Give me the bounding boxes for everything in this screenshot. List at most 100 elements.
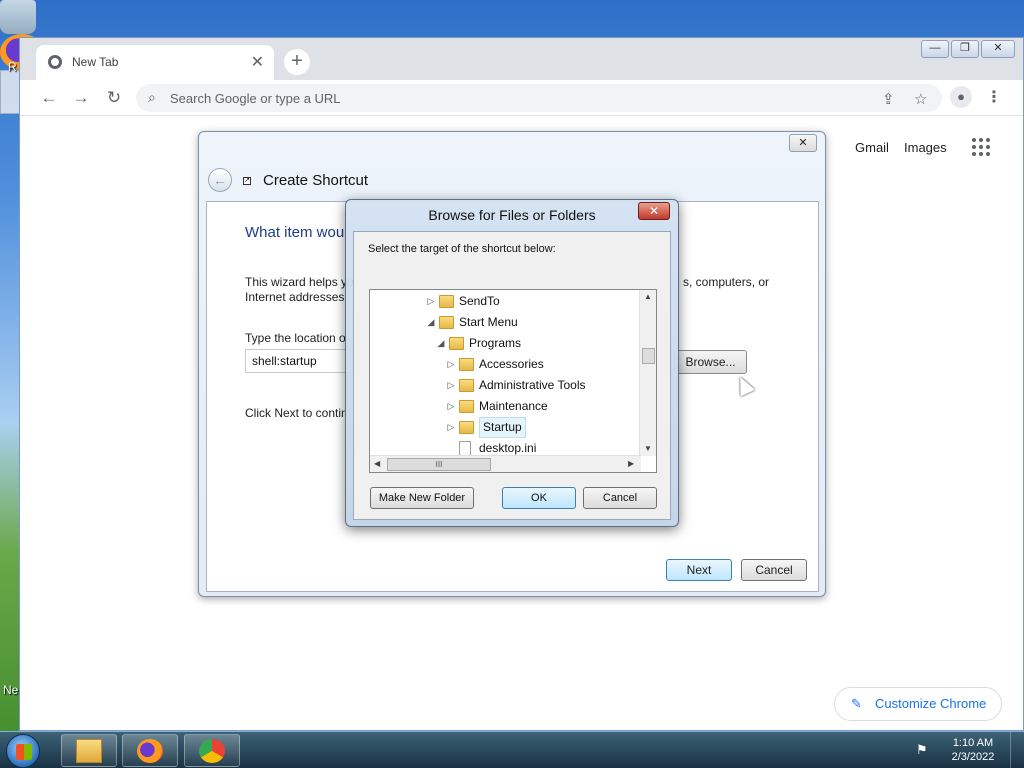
search-icon: ⌕: [148, 89, 156, 105]
file-icon: [459, 441, 471, 456]
collapse-arrow-icon[interactable]: ◢: [426, 312, 436, 333]
folder-tree[interactable]: ▷ SendTo ◢ Start Menu ◢ Programs ▷ Accessories ▷…: [369, 289, 657, 473]
tree-item-label: Startup: [479, 417, 526, 438]
network-icon[interactable]: ⚑: [916, 742, 928, 758]
gmail-link[interactable]: Gmail: [855, 140, 889, 155]
clock-time: 1:10 AM: [952, 737, 994, 749]
show-desktop-button[interactable]: [1010, 732, 1024, 768]
browse-cancel-button[interactable]: Cancel: [583, 487, 657, 509]
expand-arrow-icon[interactable]: ▷: [446, 354, 456, 375]
reload-button[interactable]: ↻: [103, 87, 125, 109]
customize-chrome-label: Customize Chrome: [875, 696, 987, 711]
browser-toolbar: ← → ↻ ⌕ Search Google or type a URL ⇪ ☆ …: [20, 80, 1023, 116]
tree-horizontal-scrollbar[interactable]: ◀ III ▶: [370, 455, 641, 472]
tree-item-label: Administrative Tools: [479, 378, 586, 392]
folder-icon: [459, 400, 474, 413]
wizard-back-button[interactable]: ←: [208, 168, 232, 192]
tab-new-tab[interactable]: New Tab ✕: [36, 45, 274, 80]
make-new-folder-button[interactable]: Make New Folder: [370, 487, 474, 509]
scroll-down-icon[interactable]: ▼: [644, 444, 652, 453]
tree-vertical-scrollbar[interactable]: ▲ ▼: [639, 290, 656, 456]
folder-icon: [439, 295, 454, 308]
firefox-icon: [137, 739, 163, 763]
wizard-intro-text-2: Internet addresses.: [245, 290, 348, 304]
browse-dialog-body: Select the target of the shortcut below:…: [353, 231, 671, 520]
customize-chrome-button[interactable]: ✎ Customize Chrome: [834, 687, 1002, 721]
minimize-button[interactable]: —: [921, 40, 949, 58]
start-button[interactable]: [6, 734, 40, 768]
shortcut-icon: ↗: [243, 177, 251, 185]
folder-icon: [439, 316, 454, 329]
expand-arrow-icon[interactable]: ▷: [446, 375, 456, 396]
chrome-favicon-icon: [48, 55, 62, 69]
desktop-label-partial: R: [8, 60, 17, 74]
tree-vertical-scroll-thumb[interactable]: [642, 348, 655, 364]
tree-item-administrative-tools[interactable]: ▷ Administrative Tools: [370, 375, 640, 396]
wizard-heading: What item wou: [245, 224, 345, 241]
folder-icon: [449, 337, 464, 350]
system-clock[interactable]: 1:10 AM 2/3/2022: [946, 736, 1000, 764]
tree-item-sendto[interactable]: ▷ SendTo: [370, 291, 640, 312]
back-button[interactable]: ←: [38, 87, 60, 109]
chrome-icon: [199, 739, 225, 763]
expand-arrow-icon[interactable]: ▷: [426, 291, 436, 312]
taskbar-chrome[interactable]: [184, 734, 240, 767]
tab-close-icon[interactable]: ✕: [251, 52, 264, 72]
tree-item-startup[interactable]: ▷ Startup: [370, 417, 640, 438]
star-icon[interactable]: ☆: [914, 90, 927, 108]
tree-item-label: SendTo: [459, 294, 500, 308]
scroll-right-icon[interactable]: ▶: [628, 459, 634, 468]
clock-date: 2/3/2022: [951, 751, 995, 763]
browse-dialog-title: Browse for Files or Folders: [428, 207, 596, 223]
new-tab-button[interactable]: +: [284, 49, 310, 75]
share-icon[interactable]: ⇪: [882, 90, 895, 108]
location-label: Type the location o: [245, 331, 346, 345]
close-window-button[interactable]: ✕: [981, 40, 1015, 58]
windows-logo-icon: [16, 744, 32, 760]
expand-arrow-icon[interactable]: ▷: [446, 396, 456, 417]
next-button[interactable]: Next: [666, 559, 732, 581]
apps-icon[interactable]: [972, 138, 990, 156]
restore-button[interactable]: ❐: [951, 40, 979, 58]
scroll-up-icon[interactable]: ▲: [644, 292, 652, 301]
folder-icon: [459, 421, 474, 434]
browse-prompt: Select the target of the shortcut below:: [368, 243, 556, 255]
cancel-button[interactable]: Cancel: [741, 559, 807, 581]
tree-item-accessories[interactable]: ▷ Accessories: [370, 354, 640, 375]
folder-icon: [459, 379, 474, 392]
wizard-close-button[interactable]: ✕: [789, 134, 817, 152]
next-hint-text: Click Next to contin: [245, 406, 348, 420]
pencil-icon: ✎: [851, 696, 862, 711]
scroll-left-icon[interactable]: ◀: [374, 459, 380, 468]
menu-icon[interactable]: ⋮: [986, 87, 1002, 107]
tree-item-label: Maintenance: [479, 399, 548, 413]
browse-button[interactable]: Browse...: [674, 350, 747, 374]
tree-item-start-menu[interactable]: ◢ Start Menu: [370, 312, 640, 333]
tree-horizontal-scroll-thumb[interactable]: III: [387, 458, 491, 471]
tab-title: New Tab: [72, 55, 119, 69]
tree-item-programs[interactable]: ◢ Programs: [370, 333, 640, 354]
tab-strip: New Tab ✕ + — ❐ ✕: [20, 38, 1023, 80]
omnibox[interactable]: ⌕ Search Google or type a URL ⇪ ☆: [136, 84, 942, 112]
browse-dialog: Browse for Files or Folders ✕ Select the…: [345, 199, 679, 527]
wizard-title: Create Shortcut: [263, 172, 369, 189]
omnibox-placeholder: Search Google or type a URL: [170, 91, 341, 106]
window-controls: — ❐ ✕: [921, 40, 1015, 58]
images-link[interactable]: Images: [904, 140, 947, 155]
taskbar-firefox[interactable]: [122, 734, 178, 767]
browse-close-button[interactable]: ✕: [638, 202, 670, 220]
file-explorer-icon: [76, 739, 102, 763]
recycle-bin-icon[interactable]: [0, 0, 36, 34]
collapse-arrow-icon[interactable]: ◢: [436, 333, 446, 354]
desktop-label-partial: Ne: [3, 683, 19, 697]
taskbar-file-explorer[interactable]: [61, 734, 117, 767]
folder-icon: [459, 358, 474, 371]
tree-item-maintenance[interactable]: ▷ Maintenance: [370, 396, 640, 417]
tree-item-label: Start Menu: [459, 315, 518, 329]
ok-button[interactable]: OK: [502, 487, 576, 509]
tree-item-label: Programs: [469, 336, 522, 350]
forward-button[interactable]: →: [70, 87, 92, 109]
tree-item-label: Accessories: [479, 357, 544, 371]
expand-arrow-icon[interactable]: ▷: [446, 417, 456, 438]
profile-icon[interactable]: ●: [950, 86, 972, 108]
